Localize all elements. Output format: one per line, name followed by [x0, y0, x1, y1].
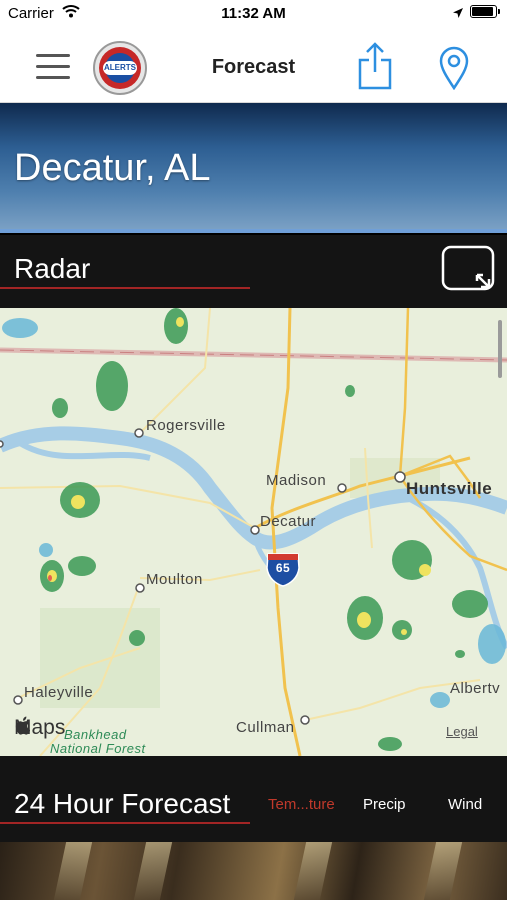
map-label-moulton: Moulton	[146, 571, 203, 588]
location-arrow-icon	[452, 6, 464, 23]
forecast-title-underline	[0, 822, 250, 824]
map-label-cullman: Cullman	[236, 719, 295, 736]
share-icon[interactable]	[357, 42, 393, 95]
radar-section-header: Radar	[0, 235, 507, 308]
nav-title: Forecast	[211, 56, 296, 78]
maps-brand: Maps	[14, 716, 65, 740]
map-label-madison: Madison	[266, 472, 327, 489]
radar-title-underline	[0, 287, 250, 289]
status-bar: Carrier 11:32 AM	[0, 0, 507, 28]
interstate-shield-number: 65	[275, 561, 291, 575]
map-label-huntsville: Huntsville	[406, 479, 493, 498]
location-header: Decatur, AL	[0, 103, 507, 233]
map-label-decatur: Decatur	[260, 513, 317, 530]
forecast-background-image	[0, 842, 507, 900]
location-pin-icon[interactable]	[438, 46, 470, 95]
location-title: Decatur, AL	[14, 147, 211, 189]
radar-title: Radar	[14, 253, 91, 284]
apple-icon	[15, 716, 30, 735]
tab-precip[interactable]: Precip	[363, 796, 406, 813]
radar-map[interactable]: Rogersville Madison Huntsville Decatur M…	[0, 308, 507, 756]
forecast-title: 24 Hour Forecast	[14, 788, 231, 819]
forecast-section-header: 24 Hour Forecast Tem...ture Precip Wind	[0, 756, 507, 842]
map-label-haleyville: Haleyville	[24, 684, 94, 701]
nav-bar: ALERTS Forecast	[0, 28, 507, 103]
map-label-albertville: Albertv	[450, 680, 501, 697]
map-scroll-indicator	[498, 320, 502, 378]
map-label-forest-type: National Forest	[50, 741, 146, 756]
tab-temperature[interactable]: Tem...ture	[268, 796, 335, 813]
map-label-rogersville: Rogersville	[146, 417, 226, 434]
battery-icon	[470, 5, 500, 18]
expand-map-icon[interactable]	[441, 245, 495, 296]
legal-link[interactable]: Legal	[446, 724, 478, 739]
map-label-forest-name: Bankhead	[64, 727, 127, 742]
status-time: 11:32 AM	[221, 5, 286, 22]
tab-wind[interactable]: Wind	[448, 796, 482, 813]
